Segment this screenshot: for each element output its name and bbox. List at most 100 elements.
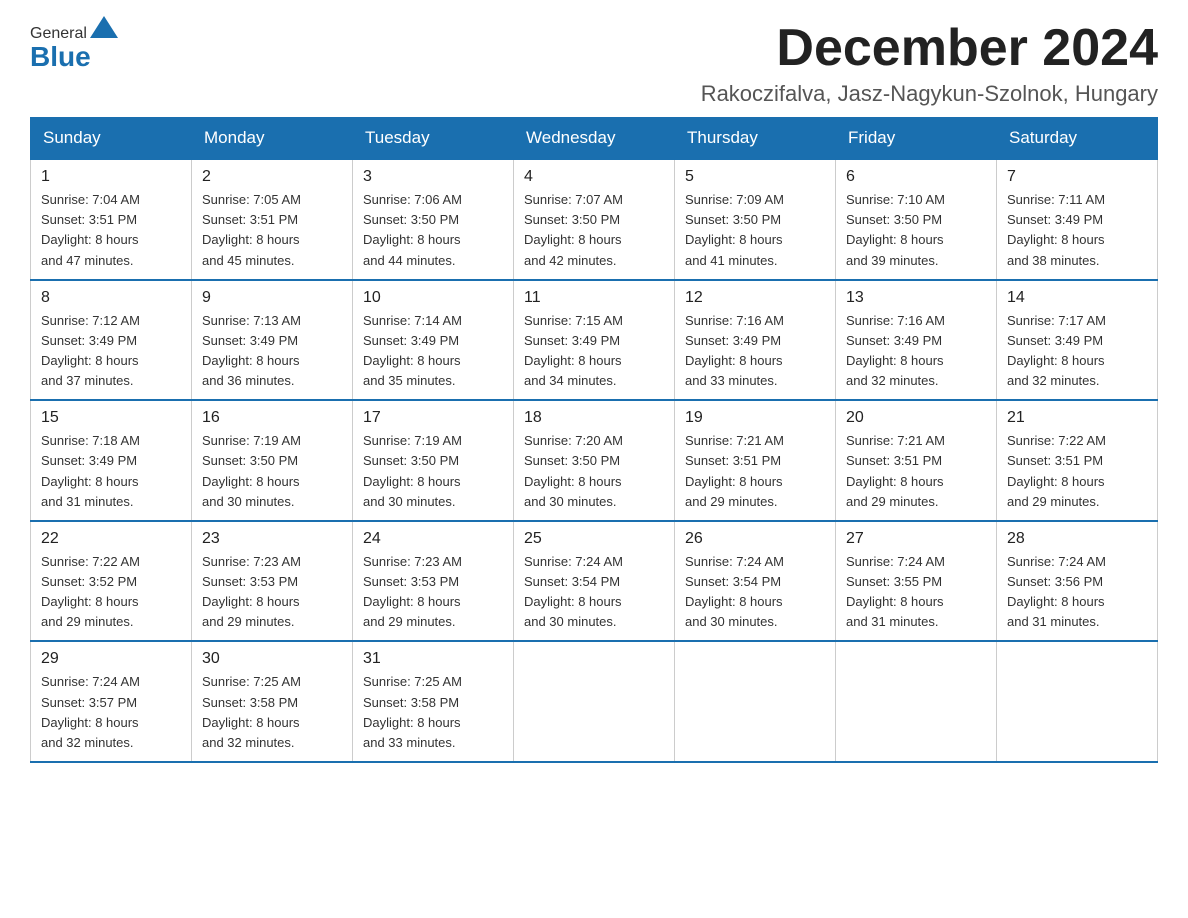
calendar-cell: 24Sunrise: 7:23 AMSunset: 3:53 PMDayligh…	[353, 521, 514, 642]
day-number: 26	[685, 530, 825, 548]
calendar-cell: 26 Sunrise: 7:24 AMSunset: 3:54 PMDayligh…	[675, 521, 836, 642]
calendar-cell: 30Sunrise: 7:25 AMSunset: 3:58 PMDayligh…	[192, 641, 353, 762]
day-info: Sunrise: 7:16 AMSunset: 3:49 PMDaylight:…	[846, 311, 986, 392]
day-number: 17	[363, 409, 503, 427]
week-row-5: 29 Sunrise: 7:24 AMSunset: 3:57 PMDayligh…	[31, 641, 1158, 762]
day-info: Sunrise: 7:10 AMSunset: 3:50 PMDaylight:…	[846, 190, 986, 271]
weekday-header-thursday: Thursday	[675, 118, 836, 160]
day-info: Sunrise: 7:19 AMSunset: 3:50 PMDaylight:…	[363, 431, 503, 512]
calendar-cell: 31 Sunrise: 7:25 AMSunset: 3:58 PMDayligh…	[353, 641, 514, 762]
day-number: 13	[846, 289, 986, 307]
calendar-cell: 21 Sunrise: 7:22 AMSunset: 3:51 PMDayligh…	[997, 400, 1158, 521]
calendar-cell: 4 Sunrise: 7:07 AMSunset: 3:50 PMDaylight…	[514, 159, 675, 280]
day-info: Sunrise: 7:06 AMSunset: 3:50 PMDaylight:…	[363, 190, 503, 271]
day-info: Sunrise: 7:11 AMSunset: 3:49 PMDaylight:…	[1007, 190, 1147, 271]
day-info: Sunrise: 7:05 AMSunset: 3:51 PMDaylight:…	[202, 190, 342, 271]
calendar-cell: 22Sunrise: 7:22 AMSunset: 3:52 PMDayligh…	[31, 521, 192, 642]
day-info: Sunrise: 7:22 AMSunset: 3:51 PMDaylight:…	[1007, 431, 1147, 512]
weekday-header-tuesday: Tuesday	[353, 118, 514, 160]
day-info: Sunrise: 7:07 AMSunset: 3:50 PMDaylight:…	[524, 190, 664, 271]
day-number: 9	[202, 289, 342, 307]
day-info: Sunrise: 7:24 AMSunset: 3:56 PMDaylight:…	[1007, 552, 1147, 633]
calendar-cell	[514, 641, 675, 762]
calendar-table: SundayMondayTuesdayWednesdayThursdayFrid…	[30, 117, 1158, 763]
day-info: Sunrise: 7:24 AMSunset: 3:54 PMDaylight:…	[524, 552, 664, 633]
day-number: 31	[363, 650, 503, 668]
calendar-cell: 2 Sunrise: 7:05 AMSunset: 3:51 PMDaylight…	[192, 159, 353, 280]
day-number: 15	[41, 409, 181, 427]
day-number: 22	[41, 530, 181, 548]
calendar-cell: 14 Sunrise: 7:17 AMSunset: 3:49 PMDayligh…	[997, 280, 1158, 401]
calendar-cell: 29 Sunrise: 7:24 AMSunset: 3:57 PMDayligh…	[31, 641, 192, 762]
day-number: 21	[1007, 409, 1147, 427]
day-number: 23	[202, 530, 342, 548]
day-info: Sunrise: 7:12 AMSunset: 3:49 PMDaylight:…	[41, 311, 181, 392]
day-number: 7	[1007, 168, 1147, 186]
calendar-cell: 15 Sunrise: 7:18 AMSunset: 3:49 PMDayligh…	[31, 400, 192, 521]
calendar-cell: 1 Sunrise: 7:04 AMSunset: 3:51 PMDaylight…	[31, 159, 192, 280]
calendar-cell: 28 Sunrise: 7:24 AMSunset: 3:56 PMDayligh…	[997, 521, 1158, 642]
calendar-cell: 13 Sunrise: 7:16 AMSunset: 3:49 PMDayligh…	[836, 280, 997, 401]
day-info: Sunrise: 7:25 AMSunset: 3:58 PMDaylight:…	[363, 672, 503, 753]
calendar-cell: 11Sunrise: 7:15 AMSunset: 3:49 PMDayligh…	[514, 280, 675, 401]
calendar-cell: 23 Sunrise: 7:23 AMSunset: 3:53 PMDayligh…	[192, 521, 353, 642]
day-number: 3	[363, 168, 503, 186]
week-row-1: 1 Sunrise: 7:04 AMSunset: 3:51 PMDaylight…	[31, 159, 1158, 280]
weekday-header-wednesday: Wednesday	[514, 118, 675, 160]
calendar-cell: 8 Sunrise: 7:12 AMSunset: 3:49 PMDaylight…	[31, 280, 192, 401]
weekday-header-friday: Friday	[836, 118, 997, 160]
weekday-header-sunday: Sunday	[31, 118, 192, 160]
weekday-header-row: SundayMondayTuesdayWednesdayThursdayFrid…	[31, 118, 1158, 160]
day-number: 18	[524, 409, 664, 427]
day-info: Sunrise: 7:13 AMSunset: 3:49 PMDaylight:…	[202, 311, 342, 392]
weekday-header-saturday: Saturday	[997, 118, 1158, 160]
day-info: Sunrise: 7:17 AMSunset: 3:49 PMDaylight:…	[1007, 311, 1147, 392]
calendar-cell: 17 Sunrise: 7:19 AMSunset: 3:50 PMDayligh…	[353, 400, 514, 521]
day-info: Sunrise: 7:24 AMSunset: 3:54 PMDaylight:…	[685, 552, 825, 633]
day-info: Sunrise: 7:25 AMSunset: 3:58 PMDaylight:…	[202, 672, 342, 753]
day-info: Sunrise: 7:24 AMSunset: 3:57 PMDaylight:…	[41, 672, 181, 753]
day-number: 4	[524, 168, 664, 186]
calendar-cell: 12 Sunrise: 7:16 AMSunset: 3:49 PMDayligh…	[675, 280, 836, 401]
calendar-cell: 20 Sunrise: 7:21 AMSunset: 3:51 PMDayligh…	[836, 400, 997, 521]
day-info: Sunrise: 7:16 AMSunset: 3:49 PMDaylight:…	[685, 311, 825, 392]
logo-blue-text: Blue	[30, 41, 91, 73]
day-info: Sunrise: 7:18 AMSunset: 3:49 PMDaylight:…	[41, 431, 181, 512]
day-number: 1	[41, 168, 181, 186]
day-info: Sunrise: 7:14 AMSunset: 3:49 PMDaylight:…	[363, 311, 503, 392]
month-title: December 2024	[701, 20, 1158, 77]
calendar-cell: 19Sunrise: 7:21 AMSunset: 3:51 PMDayligh…	[675, 400, 836, 521]
calendar-cell: 7 Sunrise: 7:11 AMSunset: 3:49 PMDaylight…	[997, 159, 1158, 280]
day-info: Sunrise: 7:09 AMSunset: 3:50 PMDaylight:…	[685, 190, 825, 271]
day-number: 14	[1007, 289, 1147, 307]
day-number: 6	[846, 168, 986, 186]
calendar-cell: 25 Sunrise: 7:24 AMSunset: 3:54 PMDayligh…	[514, 521, 675, 642]
page-header: General Blue December 2024 Rakoczifalva,…	[30, 20, 1158, 107]
day-info: Sunrise: 7:23 AMSunset: 3:53 PMDaylight:…	[202, 552, 342, 633]
day-number: 2	[202, 168, 342, 186]
day-number: 10	[363, 289, 503, 307]
day-number: 20	[846, 409, 986, 427]
day-number: 8	[41, 289, 181, 307]
calendar-cell	[836, 641, 997, 762]
title-section: December 2024 Rakoczifalva, Jasz-Nagykun…	[701, 20, 1158, 107]
day-info: Sunrise: 7:21 AMSunset: 3:51 PMDaylight:…	[846, 431, 986, 512]
calendar-cell: 18 Sunrise: 7:20 AMSunset: 3:50 PMDayligh…	[514, 400, 675, 521]
day-number: 29	[41, 650, 181, 668]
day-number: 12	[685, 289, 825, 307]
day-info: Sunrise: 7:04 AMSunset: 3:51 PMDaylight:…	[41, 190, 181, 271]
calendar-cell	[997, 641, 1158, 762]
day-info: Sunrise: 7:20 AMSunset: 3:50 PMDaylight:…	[524, 431, 664, 512]
day-number: 25	[524, 530, 664, 548]
calendar-cell: 27Sunrise: 7:24 AMSunset: 3:55 PMDayligh…	[836, 521, 997, 642]
week-row-3: 15 Sunrise: 7:18 AMSunset: 3:49 PMDayligh…	[31, 400, 1158, 521]
week-row-4: 22Sunrise: 7:22 AMSunset: 3:52 PMDayligh…	[31, 521, 1158, 642]
logo: General Blue	[30, 20, 121, 73]
day-number: 28	[1007, 530, 1147, 548]
day-info: Sunrise: 7:24 AMSunset: 3:55 PMDaylight:…	[846, 552, 986, 633]
calendar-cell	[675, 641, 836, 762]
calendar-cell: 5 Sunrise: 7:09 AMSunset: 3:50 PMDaylight…	[675, 159, 836, 280]
day-number: 5	[685, 168, 825, 186]
week-row-2: 8 Sunrise: 7:12 AMSunset: 3:49 PMDaylight…	[31, 280, 1158, 401]
day-number: 24	[363, 530, 503, 548]
